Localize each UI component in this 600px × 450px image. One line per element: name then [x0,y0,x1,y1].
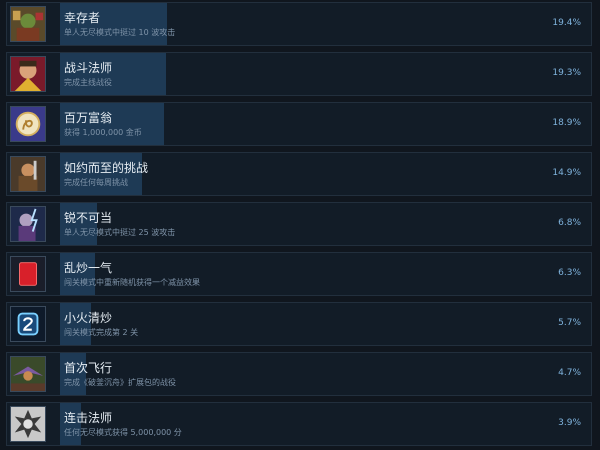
challenge-warrior-icon [10,156,46,192]
achievement-percentage: 14.9% [552,168,581,178]
achievement-percentage: 6.3% [558,268,581,278]
achievement-row[interactable]: 如约而至的挑战 完成任何每周挑战 14.9% [6,152,592,196]
achievement-description: 获得 1,000,000 金币 [64,128,142,137]
achievement-row[interactable]: 小火清炒 闯关模式完成第 2 关 5.7% [6,302,592,346]
battle-mage-portrait-icon [10,56,46,92]
achievement-percentage: 19.4% [552,18,581,28]
achievement-percentage: 6.8% [558,218,581,228]
achievement-description: 任何无尽模式获得 5,000,000 分 [64,428,182,437]
orc-warrior-icon [10,6,46,42]
achievement-name: 幸存者 [64,11,101,25]
achievement-percentage: 5.7% [558,318,581,328]
achievement-row[interactable]: 幸存者 单人无尽模式中挺过 10 波攻击 19.4% [6,2,592,46]
achievement-name: 首次飞行 [64,361,113,375]
achievement-percentage: 19.3% [552,68,581,78]
achievement-row[interactable]: 锐不可当 单人无尽模式中挺过 25 波攻击 6.8% [6,202,592,246]
achievement-description: 单人无尽模式中挺过 10 波攻击 [64,28,176,37]
achievement-name: 乱炒一气 [64,261,113,275]
achievement-row[interactable]: 百万富翁 获得 1,000,000 金币 18.9% [6,102,592,146]
achievement-row[interactable]: 战斗法师 完成主线战役 19.3% [6,52,592,96]
achievement-row[interactable]: 乱炒一气 闯关模式中重新随机获得一个减益效果 6.3% [6,252,592,296]
achievement-row[interactable]: 首次飞行 完成《破釜沉舟》扩展包的战役 4.7% [6,352,592,396]
achievement-row[interactable]: 连击法师 任何无尽模式获得 5,000,000 分 3.9% [6,402,592,446]
achievement-description: 完成《破釜沉舟》扩展包的战役 [64,378,176,387]
achievement-percentage: 4.7% [558,368,581,378]
achievement-name: 如约而至的挑战 [64,161,149,175]
flying-creature-icon [10,356,46,392]
achievement-description: 闯关模式中重新随机获得一个减益效果 [64,278,200,287]
lightning-mage-icon [10,206,46,242]
achievement-description: 完成任何每周挑战 [64,178,128,187]
red-card-icon [10,256,46,292]
achievement-name: 战斗法师 [64,61,113,75]
achievement-description: 单人无尽模式中挺过 25 波攻击 [64,228,176,237]
achievement-name: 锐不可当 [64,211,113,225]
achievement-list: 幸存者 单人无尽模式中挺过 10 波攻击 19.4% 战斗法师 完成主线战役 1… [0,0,600,450]
achievement-name: 百万富翁 [64,111,113,125]
achievement-percentage: 18.9% [552,118,581,128]
achievement-name: 连击法师 [64,411,113,425]
gold-coin-icon [10,106,46,142]
achievement-description: 闯关模式完成第 2 关 [64,328,139,337]
achievement-percentage: 3.9% [558,418,581,428]
achievement-name: 小火清炒 [64,311,113,325]
explosion-badge-icon [10,406,46,442]
number-two-card-icon [10,306,46,342]
achievement-description: 完成主线战役 [64,78,112,87]
